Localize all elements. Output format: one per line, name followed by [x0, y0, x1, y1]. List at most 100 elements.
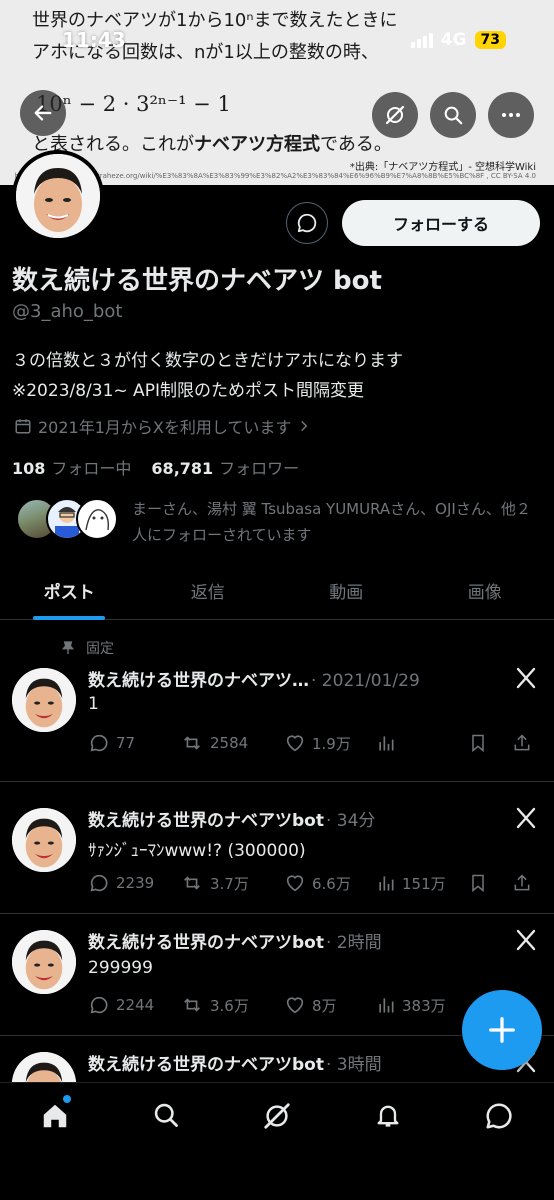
following-stat[interactable]: 108 フォロー中: [12, 455, 131, 479]
share-icon: [514, 874, 530, 891]
post-author[interactable]: 数え続ける世界のナベアツ… · 2021/01/29: [88, 666, 420, 691]
chevron-right-icon: [301, 420, 308, 432]
tab-videos[interactable]: 動画: [277, 566, 416, 619]
banner-line-4-suffix: である。: [320, 134, 392, 155]
reply-icon: [90, 874, 108, 892]
nav-notifications[interactable]: [366, 1101, 410, 1145]
like-count: 6.6万: [312, 874, 351, 893]
post-author[interactable]: 数え続ける世界のナベアツbot · 3時間: [88, 1050, 382, 1075]
followed-by-text: まーさん、湯村 翼 Tsubasa YUMURAさん、OJIさん、他２人にフォロ…: [132, 500, 531, 544]
post-timestamp: · 3時間: [325, 1055, 382, 1075]
bookmark-button[interactable]: [468, 732, 512, 754]
profile-avatar[interactable]: [12, 150, 104, 242]
x-logo-icon: [514, 666, 538, 694]
grok-icon: [264, 1103, 290, 1129]
reply-count: 77: [116, 734, 136, 752]
heart-icon: [286, 997, 304, 1014]
post-item[interactable]: 数え続ける世界のナベアツbot · 34分 ｻｧﾝｼﾞｭｰﾏﾝwww!? (300…: [0, 782, 554, 914]
views-button[interactable]: 383万: [376, 995, 468, 1016]
post-text: ｻｧﾝｼﾞｭｰﾏﾝwww!? (300000): [88, 841, 306, 861]
back-button[interactable]: [20, 90, 66, 136]
post-author[interactable]: 数え続ける世界のナベアツbot · 34分: [88, 806, 375, 831]
reply-count: 2239: [116, 874, 155, 892]
post-author[interactable]: 数え続ける世界のナベアツbot · 2時間: [88, 928, 382, 953]
share-button[interactable]: [512, 872, 532, 894]
avatar-face-image: [12, 808, 76, 872]
post-author-name: 数え続ける世界のナベアツbot: [88, 1055, 324, 1075]
joined-text: 2021年1月からXを利用しています: [38, 418, 292, 437]
chat-bubble-icon: [297, 213, 317, 233]
repost-button[interactable]: 2584: [180, 732, 284, 754]
following-label: フォロー中: [51, 459, 132, 478]
post-avatar[interactable]: [12, 1052, 76, 1082]
repost-button[interactable]: 3.6万: [180, 994, 284, 1016]
x-logo-icon: [514, 806, 538, 834]
arrow-left-icon: [34, 105, 52, 121]
bio-line-1: ３の倍数と３が付く数字のときだけアホになります: [12, 351, 403, 371]
bio-line-2: ※2023/8/31~ API制限のためポスト間隔変更: [12, 381, 364, 401]
banner-line-4: と表される。これがナベアツ方程式である。: [32, 130, 392, 156]
message-button[interactable]: [286, 202, 328, 244]
post-timestamp: · 34分: [325, 811, 376, 831]
more-dots-icon: [502, 113, 520, 117]
views-button[interactable]: 151万: [376, 873, 468, 894]
post-author-name: 数え続ける世界のナベアツbot: [88, 933, 324, 953]
post-timestamp: · 2021/01/29: [311, 671, 420, 691]
repost-icon: [184, 736, 200, 750]
profile-display-name: 数え続ける世界のナベアツ bot: [12, 266, 382, 296]
views-button[interactable]: [376, 733, 468, 753]
joined-date[interactable]: 2021年1月からXを利用しています: [14, 414, 311, 438]
avatar-face-image: [12, 1052, 76, 1082]
reply-button[interactable]: 2244: [88, 994, 180, 1016]
signal-icon: [410, 32, 433, 48]
post-author-name: 数え続ける世界のナベアツbot: [88, 811, 324, 831]
nav-grok[interactable]: [255, 1101, 299, 1145]
post-actions: 77 2584 1.9万: [88, 732, 540, 754]
nav-search[interactable]: [144, 1101, 188, 1145]
like-button[interactable]: 1.9万: [284, 732, 376, 754]
repost-button[interactable]: 3.7万: [180, 872, 284, 894]
post-avatar[interactable]: [12, 808, 76, 872]
post-author-name: 数え続ける世界のナベアツ…: [88, 671, 309, 691]
home-icon: [44, 1104, 67, 1128]
post-text: 299999: [88, 958, 153, 978]
followed-by-avatars[interactable]: [16, 498, 118, 540]
follow-stats: 108 フォロー中 68,781 フォロワー: [12, 455, 299, 479]
grok-button[interactable]: [372, 92, 418, 138]
chat-bubble-icon: [486, 1103, 512, 1129]
status-indicators: 4G 73: [410, 30, 506, 50]
nav-messages[interactable]: [477, 1101, 521, 1145]
grok-icon: [385, 105, 405, 125]
reply-count: 2244: [116, 996, 155, 1014]
share-button[interactable]: [512, 732, 532, 754]
bookmark-button[interactable]: [468, 872, 512, 894]
analytics-icon: [379, 998, 394, 1013]
nav-home[interactable]: [33, 1095, 77, 1145]
calendar-icon: [15, 419, 31, 434]
like-button[interactable]: 6.6万: [284, 872, 376, 894]
followers-label: フォロワー: [219, 459, 300, 478]
post-avatar[interactable]: [12, 930, 76, 994]
post-avatar[interactable]: [12, 668, 76, 732]
reply-button[interactable]: 77: [88, 732, 180, 754]
compose-post-button[interactable]: [462, 990, 542, 1070]
analytics-icon: [379, 876, 394, 891]
post-text: 1: [88, 694, 99, 714]
more-button[interactable]: [488, 92, 534, 138]
reply-button[interactable]: 2239: [88, 872, 180, 894]
repost-icon: [184, 998, 200, 1012]
tab-images[interactable]: 画像: [416, 566, 554, 619]
like-button[interactable]: 8万: [284, 994, 376, 1016]
follow-button[interactable]: フォローする: [342, 200, 540, 246]
tab-replies[interactable]: 返信: [139, 566, 278, 619]
post-timestamp: · 2時間: [325, 933, 382, 953]
search-button[interactable]: [430, 92, 476, 138]
post-item[interactable]: 数え続ける世界のナベアツ… · 2021/01/29 1 77 2584 1.9万: [0, 620, 554, 782]
follower-avatar-3: [76, 498, 118, 540]
banner-source: *出典:「ナベアツ方程式」- 空想科学Wiki: [349, 162, 536, 173]
repost-count: 3.6万: [210, 996, 249, 1015]
search-icon: [444, 106, 463, 125]
views-count: 383万: [402, 996, 446, 1015]
tab-posts[interactable]: ポスト: [0, 566, 139, 620]
followers-stat[interactable]: 68,781 フォロワー: [151, 455, 299, 479]
